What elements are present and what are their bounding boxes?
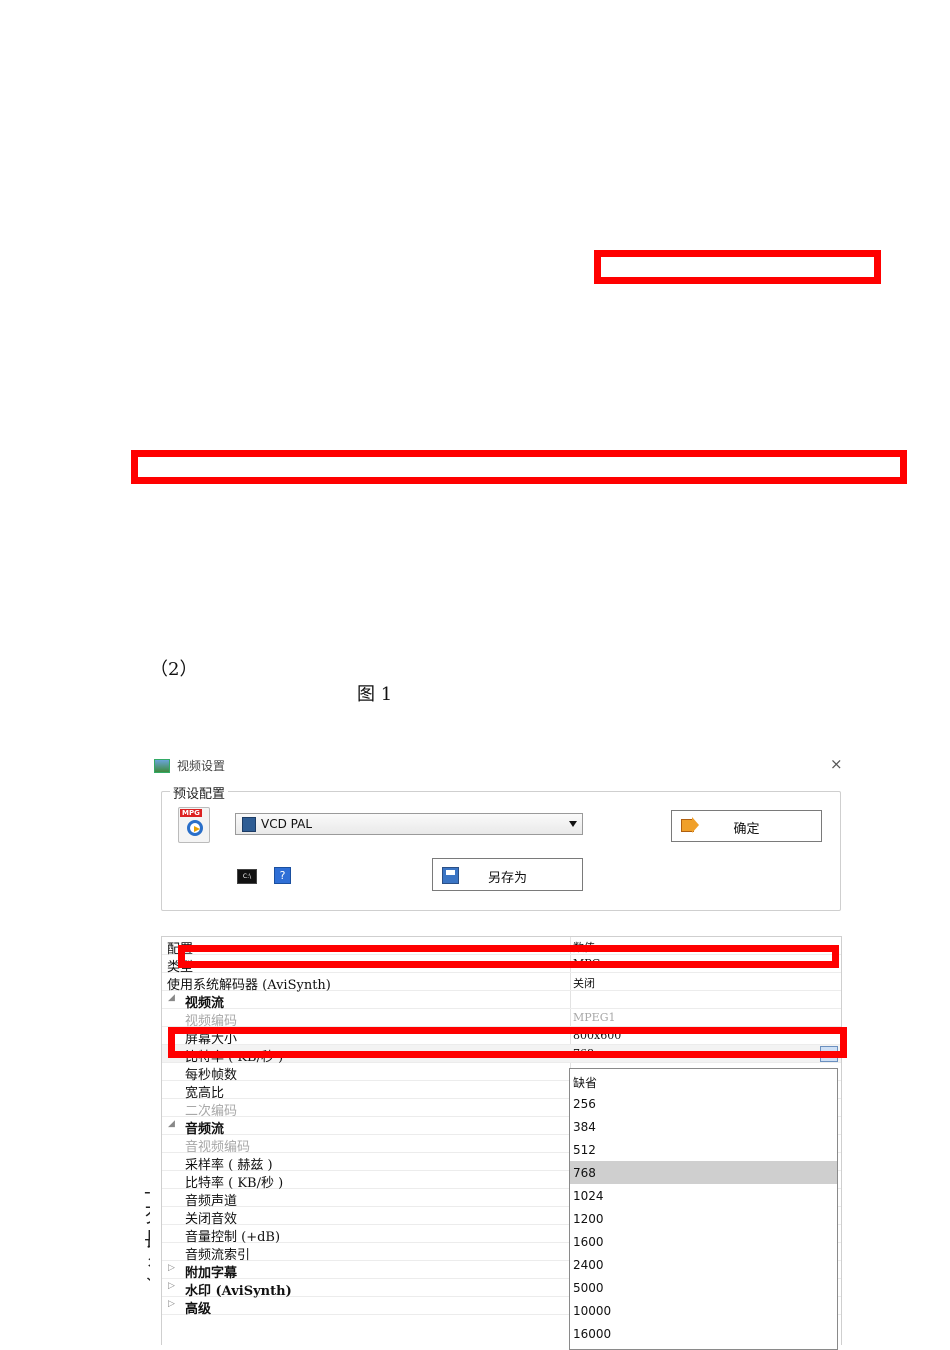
row-value: MPEG1 bbox=[573, 1011, 616, 1024]
app-icon bbox=[154, 759, 170, 773]
highlight-box-type-row bbox=[178, 945, 839, 968]
dropdown-option[interactable]: 16000 bbox=[570, 1322, 837, 1345]
expand-triangle-icon[interactable]: ▷ bbox=[168, 1281, 175, 1291]
option-label: 1200 bbox=[573, 1212, 604, 1226]
table-row: 视频编码 MPEG1 bbox=[162, 1009, 841, 1029]
figure-caption: 图 1 bbox=[357, 684, 393, 705]
option-label: 256 bbox=[573, 1097, 596, 1111]
video-settings-dialog: 视频设置 × 预设配置 MPG VCD PAL 确定 C:\ ? 另存为 配置 … bbox=[150, 750, 850, 1350]
mpg-file-icon: MPG bbox=[178, 807, 210, 843]
highlight-box-bitrate-row bbox=[168, 1027, 847, 1058]
dropdown-option-selected[interactable]: 768 bbox=[570, 1161, 837, 1184]
dialog-title: 视频设置 bbox=[177, 759, 226, 773]
film-icon bbox=[242, 817, 256, 832]
option-label: 512 bbox=[573, 1143, 596, 1157]
dropdown-option[interactable]: 1200 bbox=[570, 1207, 837, 1230]
ok-button-label: 确定 bbox=[733, 822, 760, 837]
dropdown-option[interactable]: 10000 bbox=[570, 1299, 837, 1322]
option-label: 1024 bbox=[573, 1189, 604, 1203]
bitrate-dropdown-list[interactable]: 缺省 256 384 512 768 1024 1200 1600 2400 5… bbox=[569, 1068, 838, 1350]
preset-select[interactable]: VCD PAL bbox=[235, 813, 583, 835]
help-icon[interactable]: ? bbox=[274, 867, 291, 884]
dropdown-option[interactable]: 1600 bbox=[570, 1230, 837, 1253]
expand-triangle-icon[interactable]: ▷ bbox=[168, 1299, 175, 1309]
option-label: 5000 bbox=[573, 1281, 604, 1295]
highlight-box-top bbox=[594, 250, 881, 284]
preset-group-label: 预设配置 bbox=[170, 783, 229, 802]
dropdown-option[interactable]: 256 bbox=[570, 1092, 837, 1115]
row-name: 高级 bbox=[185, 1302, 212, 1317]
collapse-triangle-icon[interactable]: ◢ bbox=[168, 1119, 175, 1129]
save-as-button[interactable]: 另存为 bbox=[432, 858, 583, 891]
collapse-triangle-icon[interactable]: ◢ bbox=[168, 993, 175, 1003]
chevron-down-icon bbox=[569, 821, 577, 827]
option-label: 10000 bbox=[573, 1304, 612, 1318]
expand-triangle-icon[interactable]: ▷ bbox=[168, 1263, 175, 1273]
dropdown-option[interactable]: 2400 bbox=[570, 1253, 837, 1276]
option-label: 768 bbox=[573, 1166, 596, 1180]
preset-select-value: VCD PAL bbox=[261, 817, 313, 831]
dropdown-option[interactable]: 5000 bbox=[570, 1276, 837, 1299]
table-row[interactable]: 使用系统解码器 (AviSynth) 关闭 bbox=[162, 973, 841, 993]
category-row-video-stream[interactable]: ◢ 视频流 bbox=[162, 991, 841, 1011]
save-as-button-label: 另存为 bbox=[487, 871, 527, 886]
option-label: 1600 bbox=[573, 1235, 604, 1249]
close-icon[interactable]: × bbox=[830, 755, 843, 773]
mpg-tag: MPG bbox=[180, 809, 202, 817]
dropdown-option[interactable]: 384 bbox=[570, 1115, 837, 1138]
option-label: 384 bbox=[573, 1120, 596, 1134]
dropdown-option[interactable]: 512 bbox=[570, 1138, 837, 1161]
highlight-box-middle bbox=[131, 450, 907, 484]
item-label: （2） bbox=[150, 659, 198, 680]
dropdown-option[interactable]: 1024 bbox=[570, 1184, 837, 1207]
option-label: 16000 bbox=[573, 1327, 612, 1341]
disc-icon bbox=[187, 820, 203, 836]
console-icon[interactable]: C:\ bbox=[237, 869, 257, 884]
preset-group: 预设配置 bbox=[161, 783, 841, 911]
dropdown-option[interactable]: 缺省 bbox=[570, 1069, 837, 1092]
row-value: 关闭 bbox=[573, 977, 595, 990]
option-label: 缺省 bbox=[573, 1076, 598, 1090]
option-label: 2400 bbox=[573, 1258, 604, 1272]
ok-button[interactable]: 确定 bbox=[671, 810, 822, 842]
